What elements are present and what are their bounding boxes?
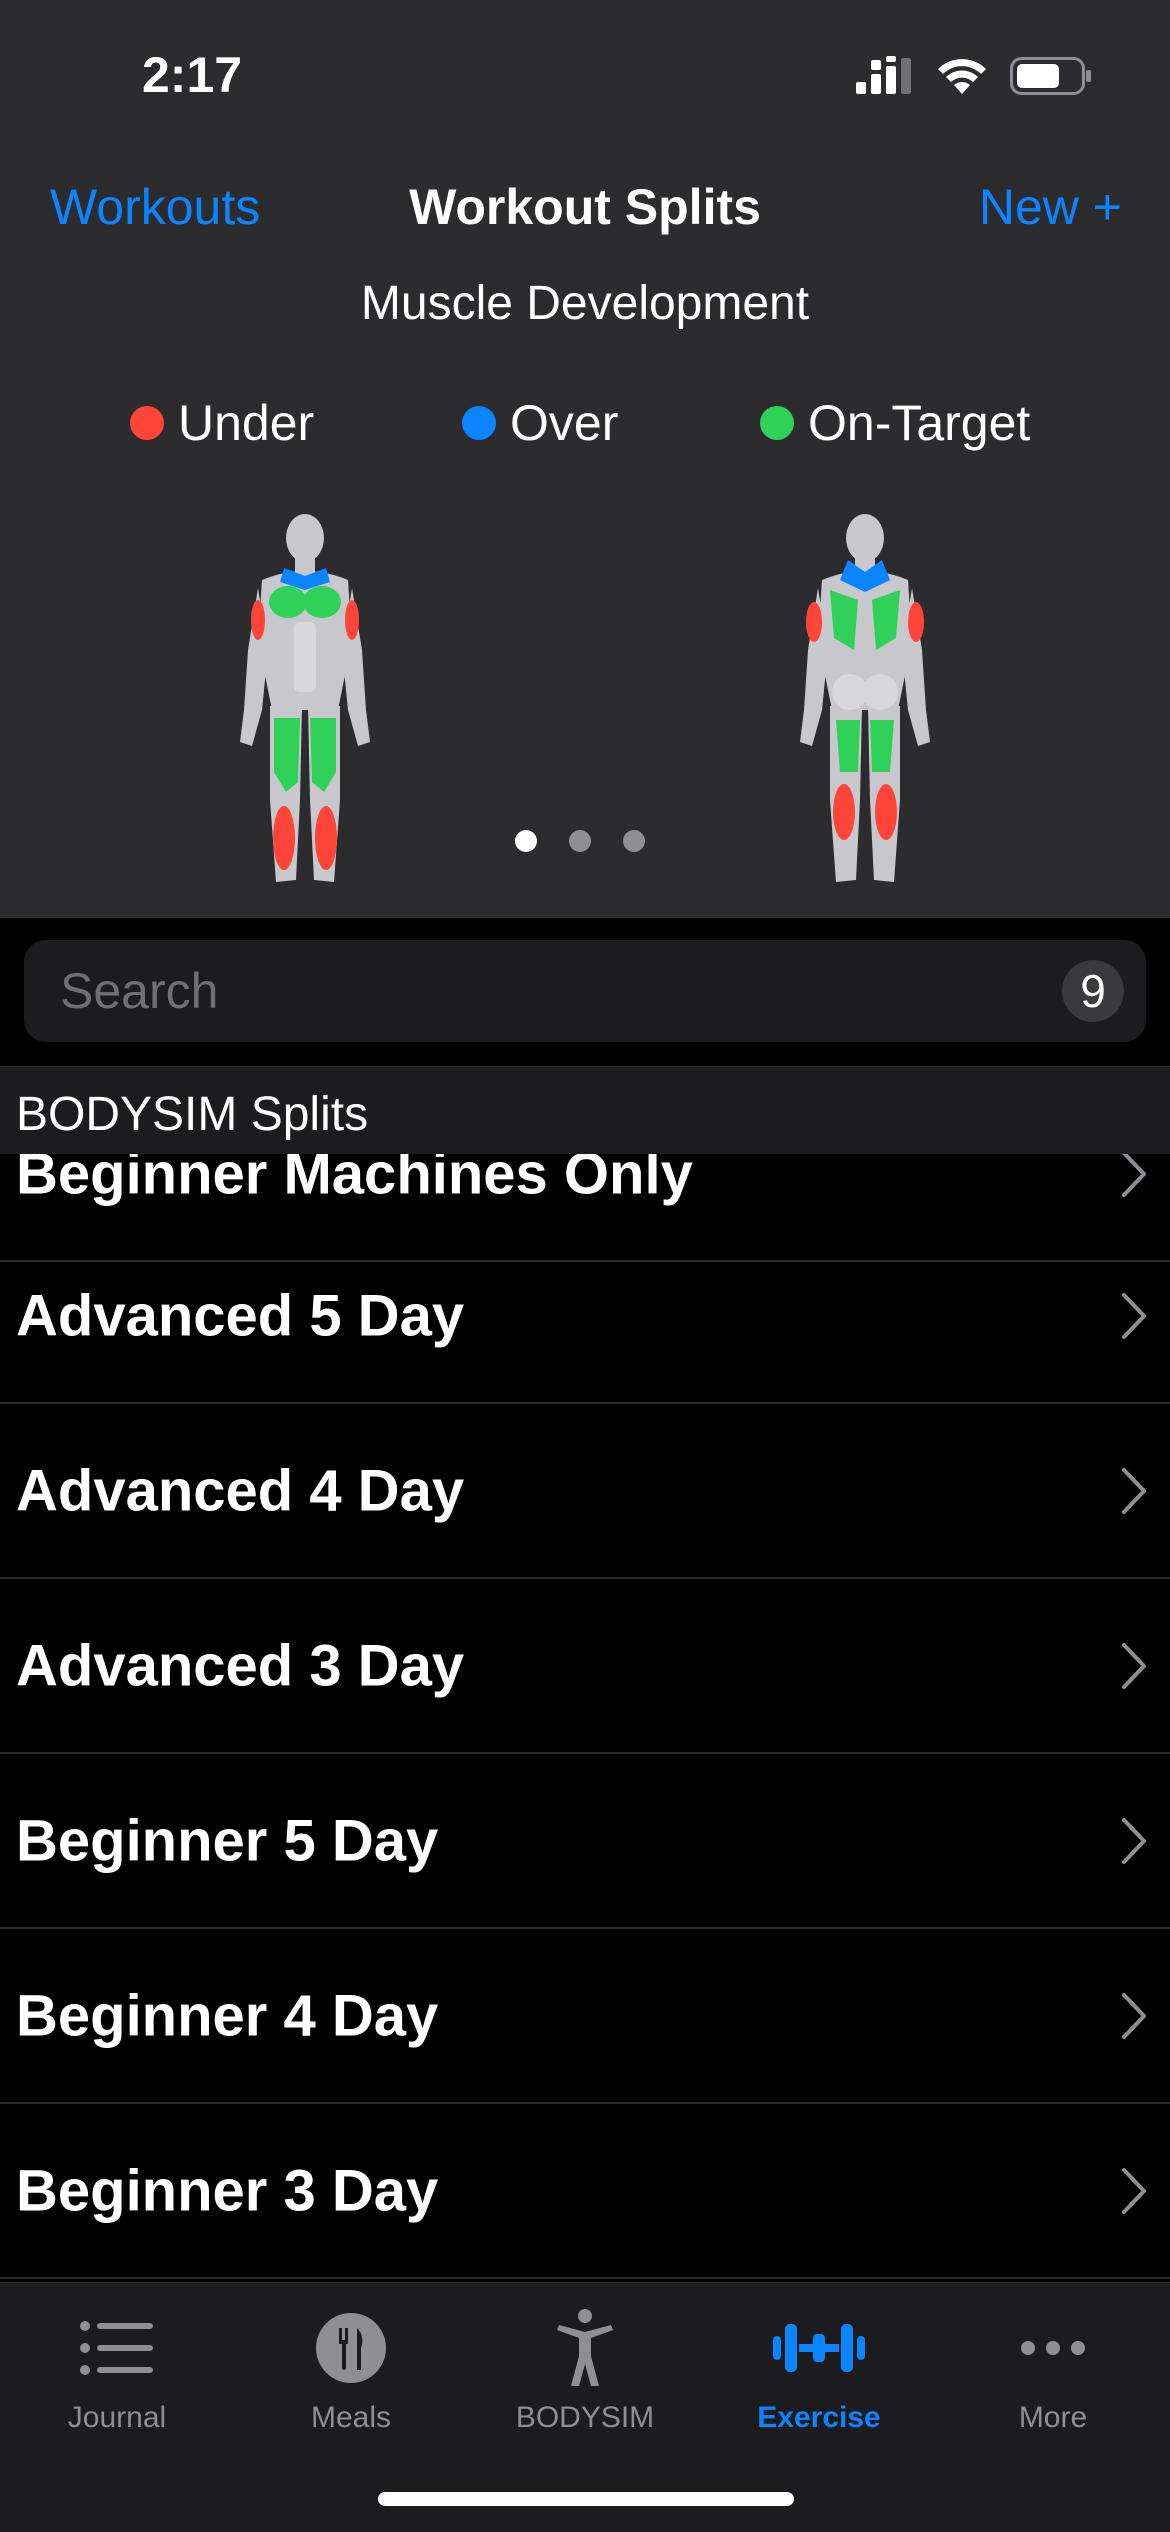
splits-list: Beginner Machines Only Advanced 5 Day Ad… bbox=[0, 1154, 1170, 2282]
tab-label: BODYSIM bbox=[515, 2401, 655, 2434]
person-icon bbox=[557, 2309, 613, 2386]
list-item-advanced-5-day[interactable]: Advanced 5 Day bbox=[0, 1230, 1170, 1404]
fork-knife-icon bbox=[316, 2313, 386, 2383]
status-time: 2:17 bbox=[142, 47, 243, 103]
tab-label: Meals bbox=[310, 2401, 392, 2434]
list-item-label: Advanced 3 Day bbox=[16, 1633, 465, 1699]
new-split-button[interactable]: New + bbox=[979, 178, 1122, 236]
wifi-icon bbox=[938, 59, 986, 94]
page-dot-1[interactable] bbox=[515, 830, 537, 852]
search-input[interactable] bbox=[60, 940, 960, 1042]
list-item-label: Beginner 5 Day bbox=[16, 1808, 439, 1874]
results-count-badge: 9 bbox=[1062, 960, 1124, 1022]
tab-label: More bbox=[1018, 2401, 1088, 2434]
search-field[interactable]: 9 bbox=[24, 940, 1146, 1042]
chevron-right-icon bbox=[1122, 1993, 1146, 2039]
tab-label: Journal bbox=[67, 2401, 167, 2434]
legend-over-label: Over bbox=[510, 395, 619, 451]
chevron-right-icon bbox=[1122, 1643, 1146, 1689]
list-item-label: Beginner Machines Only bbox=[16, 1154, 693, 1207]
tab-icon-wrap bbox=[702, 2303, 936, 2393]
legend-under-label: Under bbox=[178, 395, 315, 451]
list-icon bbox=[80, 2321, 153, 2375]
chevron-right-icon bbox=[1122, 1293, 1146, 1339]
tab-exercise[interactable]: Exercise bbox=[702, 2303, 936, 2435]
legend-under-dot bbox=[130, 406, 164, 440]
section-subtitle: Muscle Development bbox=[360, 277, 810, 330]
legend-over: Over bbox=[462, 394, 618, 452]
tab-journal[interactable]: Journal bbox=[0, 2303, 234, 2435]
list-item-beginner-5-day[interactable]: Beginner 5 Day bbox=[0, 1755, 1170, 1929]
page-title: Workout Splits bbox=[409, 179, 761, 235]
chevron-right-icon bbox=[1122, 1818, 1146, 1864]
cellular-signal-icon bbox=[856, 56, 911, 94]
tab-meals[interactable]: Meals bbox=[234, 2303, 468, 2435]
search-bar: 9 bbox=[0, 918, 1170, 1066]
chevron-right-icon bbox=[1122, 1154, 1146, 1197]
battery-icon bbox=[1010, 57, 1091, 95]
list-item-label: Beginner 3 Day bbox=[16, 2158, 439, 2224]
tab-icon-wrap bbox=[234, 2303, 468, 2393]
status-icons bbox=[856, 56, 1092, 96]
legend-on-target: On-Target bbox=[760, 394, 1030, 452]
chevron-right-icon bbox=[1122, 1468, 1146, 1514]
list-item-advanced-4-day[interactable]: Advanced 4 Day bbox=[0, 1405, 1170, 1579]
list-item-label: Beginner 4 Day bbox=[16, 1983, 439, 2049]
list-item-beginner-4-day[interactable]: Beginner 4 Day bbox=[0, 1930, 1170, 2104]
list-item-label: Advanced 4 Day bbox=[16, 1458, 465, 1524]
list-item-beginner-3-day[interactable]: Beginner 3 Day bbox=[0, 2105, 1170, 2279]
tab-icon-wrap bbox=[468, 2303, 702, 2393]
tab-icon-wrap bbox=[0, 2303, 234, 2393]
legend-on-target-label: On-Target bbox=[808, 395, 1031, 451]
page-dot-3[interactable] bbox=[623, 830, 645, 852]
page-indicator[interactable] bbox=[515, 830, 645, 852]
tab-icon-wrap bbox=[936, 2303, 1170, 2393]
ellipsis-icon bbox=[1021, 2341, 1085, 2355]
dumbbell-icon bbox=[773, 2324, 865, 2372]
back-body-figure[interactable] bbox=[800, 510, 930, 890]
list-item-advanced-3-day[interactable]: Advanced 3 Day bbox=[0, 1580, 1170, 1754]
legend-over-dot bbox=[462, 406, 496, 440]
tab-more[interactable]: More bbox=[936, 2303, 1170, 2435]
page-dot-2[interactable] bbox=[569, 830, 591, 852]
chevron-right-icon bbox=[1122, 2168, 1146, 2214]
tab-bodysim[interactable]: BODYSIM bbox=[468, 2303, 702, 2435]
home-indicator[interactable] bbox=[378, 2492, 794, 2506]
section-header: BODYSIM Splits bbox=[0, 1066, 1170, 1154]
legend: Under Over On-Target bbox=[0, 394, 1170, 454]
legend-on-target-dot bbox=[760, 406, 794, 440]
list-item-label: Advanced 5 Day bbox=[16, 1283, 465, 1349]
muscle-development-panel: 2:17 Workouts Workout Splits New + Muscl… bbox=[0, 0, 1170, 918]
tab-label: Exercise bbox=[757, 2401, 881, 2434]
legend-under: Under bbox=[130, 394, 314, 452]
front-body-figure[interactable] bbox=[240, 510, 370, 890]
